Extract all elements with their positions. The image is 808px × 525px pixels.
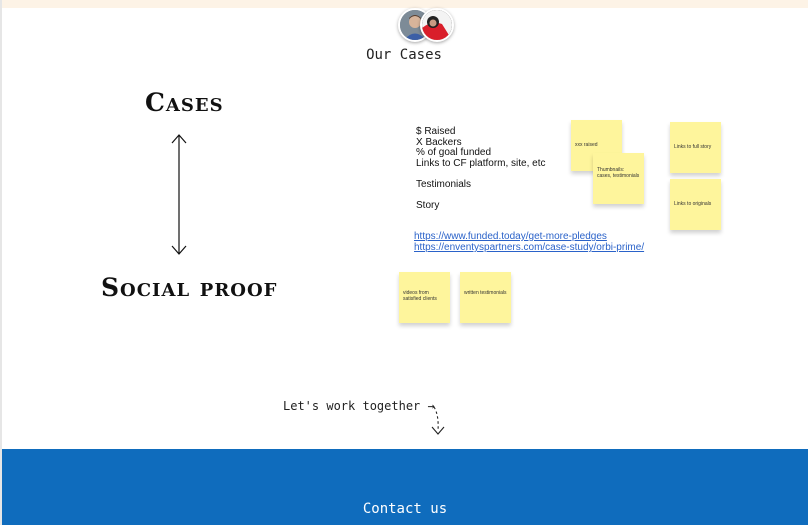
collaborator-avatars[interactable] (396, 8, 454, 42)
dashed-arrow-icon (431, 406, 445, 435)
cases-label: Cases (145, 88, 224, 117)
user-avatar-icon (422, 10, 452, 40)
avatar[interactable] (420, 8, 454, 42)
double-arrow-icon (171, 134, 187, 255)
link-enventys-partners[interactable]: https://enventyspartners.com/case-study/… (414, 242, 644, 253)
sticky-note[interactable]: videos from satisfied clients (399, 272, 450, 323)
list-item: $ Raised (416, 126, 456, 137)
page-title: Our Cases (366, 47, 442, 63)
list-item: Testimonials (416, 178, 472, 190)
contact-heading: Contact us (362, 501, 448, 517)
list-item: Story (416, 200, 440, 212)
reference-links: https://www.funded.today/get-more-pledge… (414, 231, 644, 253)
case-metrics-list: $ Raised X Backers % of goal funded Link… (416, 126, 546, 212)
sticky-note[interactable]: Links to originals (670, 179, 721, 230)
social-proof-label: Social proof (101, 273, 278, 302)
top-band (0, 0, 808, 8)
cta-text[interactable]: Let's work together → (283, 399, 435, 413)
contact-footer: Contact us (2, 449, 808, 525)
link-funded-today[interactable]: https://www.funded.today/get-more-pledge… (414, 231, 644, 242)
left-edge-divider (0, 0, 2, 525)
list-item: Links to CF platform, site, etc (416, 157, 546, 169)
sticky-note[interactable]: Links to full story (670, 122, 721, 173)
sticky-note[interactable]: Thumbnails: cases, testimonials (593, 153, 644, 204)
sticky-note[interactable]: written testimonials (460, 272, 511, 323)
